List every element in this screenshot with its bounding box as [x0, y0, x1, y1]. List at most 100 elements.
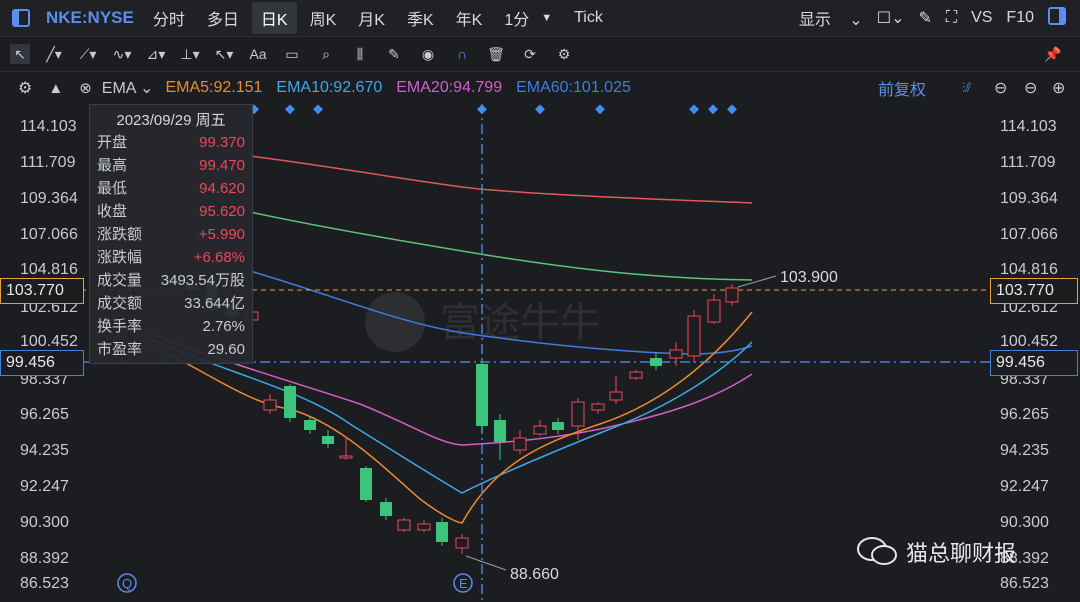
pencil-icon[interactable]: ✎ [384, 44, 404, 64]
right-axis-tick: 109.364 [1000, 190, 1058, 207]
event-diamond-icon[interactable] [313, 104, 323, 115]
high-price-label: 103.900 [780, 269, 838, 286]
vs-button[interactable]: VS [971, 9, 992, 27]
sidebar-toggle-icon[interactable] [1048, 6, 1066, 30]
tooltip-row-value: 99.370 [199, 134, 245, 151]
event-diamond-icon[interactable] [285, 104, 295, 115]
period-tab-tick[interactable]: Tick [565, 5, 612, 31]
tooltip-row: 最高 99.470 [90, 154, 252, 177]
adjust-select[interactable]: 前复权 [878, 76, 926, 100]
indicator-select[interactable]: EMA ⌄ [102, 78, 154, 98]
candle-body [687, 315, 701, 357]
tooltip-row-key: 成交量 [97, 272, 143, 289]
tooltip-row: 市盈率 29.60 [90, 338, 252, 361]
candle-body [417, 523, 431, 531]
indicator-bar: ⚙ ▲ ⊗ EMA ⌄ EMA5:92.151 EMA10:92.670 EMA… [0, 72, 1080, 104]
collapse-icon[interactable]: ▲ [48, 80, 63, 97]
tooltip-row-key: 涨跌额 [97, 226, 143, 243]
comment-icon[interactable]: ▭ [282, 44, 302, 64]
event-diamond-icon[interactable] [477, 104, 487, 115]
candle-body [552, 422, 564, 430]
event-diamond-icon[interactable] [727, 104, 737, 115]
candle-body [571, 401, 585, 427]
right-axis-tick: 92.247 [1000, 478, 1049, 495]
bar-chart-tool-icon[interactable]: ⫼ [350, 44, 370, 64]
event-diamond-icon[interactable] [708, 104, 718, 115]
chart-layout-icon[interactable] [12, 9, 30, 27]
horizontal-line-icon[interactable]: ⊥▾ [180, 44, 200, 64]
magnet-icon[interactable]: ∩ [452, 44, 472, 64]
right-axis-tick: 100.452 [1000, 333, 1058, 350]
checkbox-icon[interactable]: ☐⌄ [877, 8, 905, 28]
ema60-value: EMA60:101.025 [516, 79, 631, 96]
settings-icon[interactable]: ⚙ [18, 78, 32, 98]
event-diamond-icon[interactable] [535, 104, 545, 115]
cursor-icon[interactable]: ↖ [10, 44, 30, 64]
right-axis-tick: 111.709 [1000, 154, 1056, 171]
period-tab-quarterly[interactable]: 季K [398, 2, 443, 34]
event-markers [249, 104, 737, 115]
pin-icon[interactable]: 📌 [1043, 44, 1063, 64]
current-price-tag-left: 103.770 [0, 278, 84, 304]
chevron-down-icon[interactable]: ▼ [532, 8, 561, 28]
right-axis-tick: 96.265 [1000, 406, 1049, 423]
left-axis-tick: 90.300 [20, 514, 69, 531]
zoom-out-icon[interactable]: ⊖ [994, 78, 1007, 98]
fullscreen-icon[interactable]: ⛶ [946, 9, 957, 27]
gear-icon[interactable]: ⚙ [554, 44, 574, 64]
wave-tool-icon[interactable]: ∿▾ [112, 44, 132, 64]
candle-body [725, 287, 739, 303]
zoom-out-alt-icon[interactable]: ⊖ [1024, 78, 1037, 98]
fibonacci-tool-icon[interactable]: ⊿▾ [146, 44, 166, 64]
tooltip-row-key: 最高 [97, 157, 128, 174]
candle-body [455, 537, 469, 549]
trash-icon[interactable]: 🗑 [486, 44, 506, 64]
candle-body [476, 364, 488, 426]
period-tab-daily[interactable]: 日K [251, 2, 297, 34]
candle-body [304, 420, 316, 430]
left-axis-tick: 86.523 [20, 575, 69, 592]
search-icon[interactable]: ⌕ [316, 44, 336, 64]
brush-icon[interactable]: ✎ [918, 8, 931, 28]
tooltip-row-value: 3493.54万股 [160, 272, 245, 289]
event-diamond-icon[interactable] [689, 104, 699, 115]
close-icon[interactable]: ⊗ [79, 79, 92, 97]
candle-body [322, 436, 334, 444]
polyline-tool-icon[interactable]: ⟋▾ [78, 44, 98, 64]
left-axis-tick: 92.247 [20, 478, 69, 495]
arrow-tool-icon[interactable]: ↖▾ [214, 44, 234, 64]
symbol-label[interactable]: NKE:NYSE [46, 8, 134, 28]
left-axis-tick: 94.235 [20, 442, 69, 459]
period-tab-multiday[interactable]: 多日 [198, 2, 248, 34]
eye-icon[interactable]: ◉ [418, 44, 438, 64]
candle-body [397, 519, 411, 531]
sync-icon[interactable]: ⟳ [520, 44, 540, 64]
wechat-icon [856, 536, 898, 566]
scale-icon[interactable]: ⫶⫽ [962, 80, 971, 96]
zoom-in-icon[interactable]: ⊕ [1052, 78, 1065, 98]
tooltip-row: 开盘 99.370 [90, 131, 252, 154]
event-diamond-icon[interactable] [595, 104, 605, 115]
candle-body [669, 349, 683, 359]
candle-body [591, 403, 605, 411]
tooltip-row: 涨跌幅 +6.68% [90, 246, 252, 269]
period-tab-intraday[interactable]: 分时 [144, 2, 194, 34]
period-tab-weekly[interactable]: 周K [301, 2, 346, 34]
tooltip-row-key: 换手率 [97, 318, 143, 335]
line-tool-icon[interactable]: ╱▾ [44, 44, 64, 64]
text-tool-icon[interactable]: Aa [248, 44, 268, 64]
period-tab-monthly[interactable]: 月K [349, 2, 394, 34]
candle-body [513, 437, 527, 451]
candle-body [263, 399, 277, 411]
candle-body [339, 455, 353, 459]
left-axis-tick: 111.709 [20, 154, 76, 171]
tooltip-row-key: 最低 [97, 180, 128, 197]
display-menu[interactable]: 显示 ⌄ [799, 6, 863, 30]
tooltip-row-value: 99.470 [199, 157, 245, 174]
candle-body [436, 522, 448, 542]
period-tab-yearly[interactable]: 年K [447, 2, 492, 34]
ema20-value: EMA20:94.799 [396, 79, 503, 96]
tooltip-row: 最低 94.620 [90, 177, 252, 200]
f10-button[interactable]: F10 [1006, 9, 1034, 27]
candle-body [707, 299, 721, 323]
